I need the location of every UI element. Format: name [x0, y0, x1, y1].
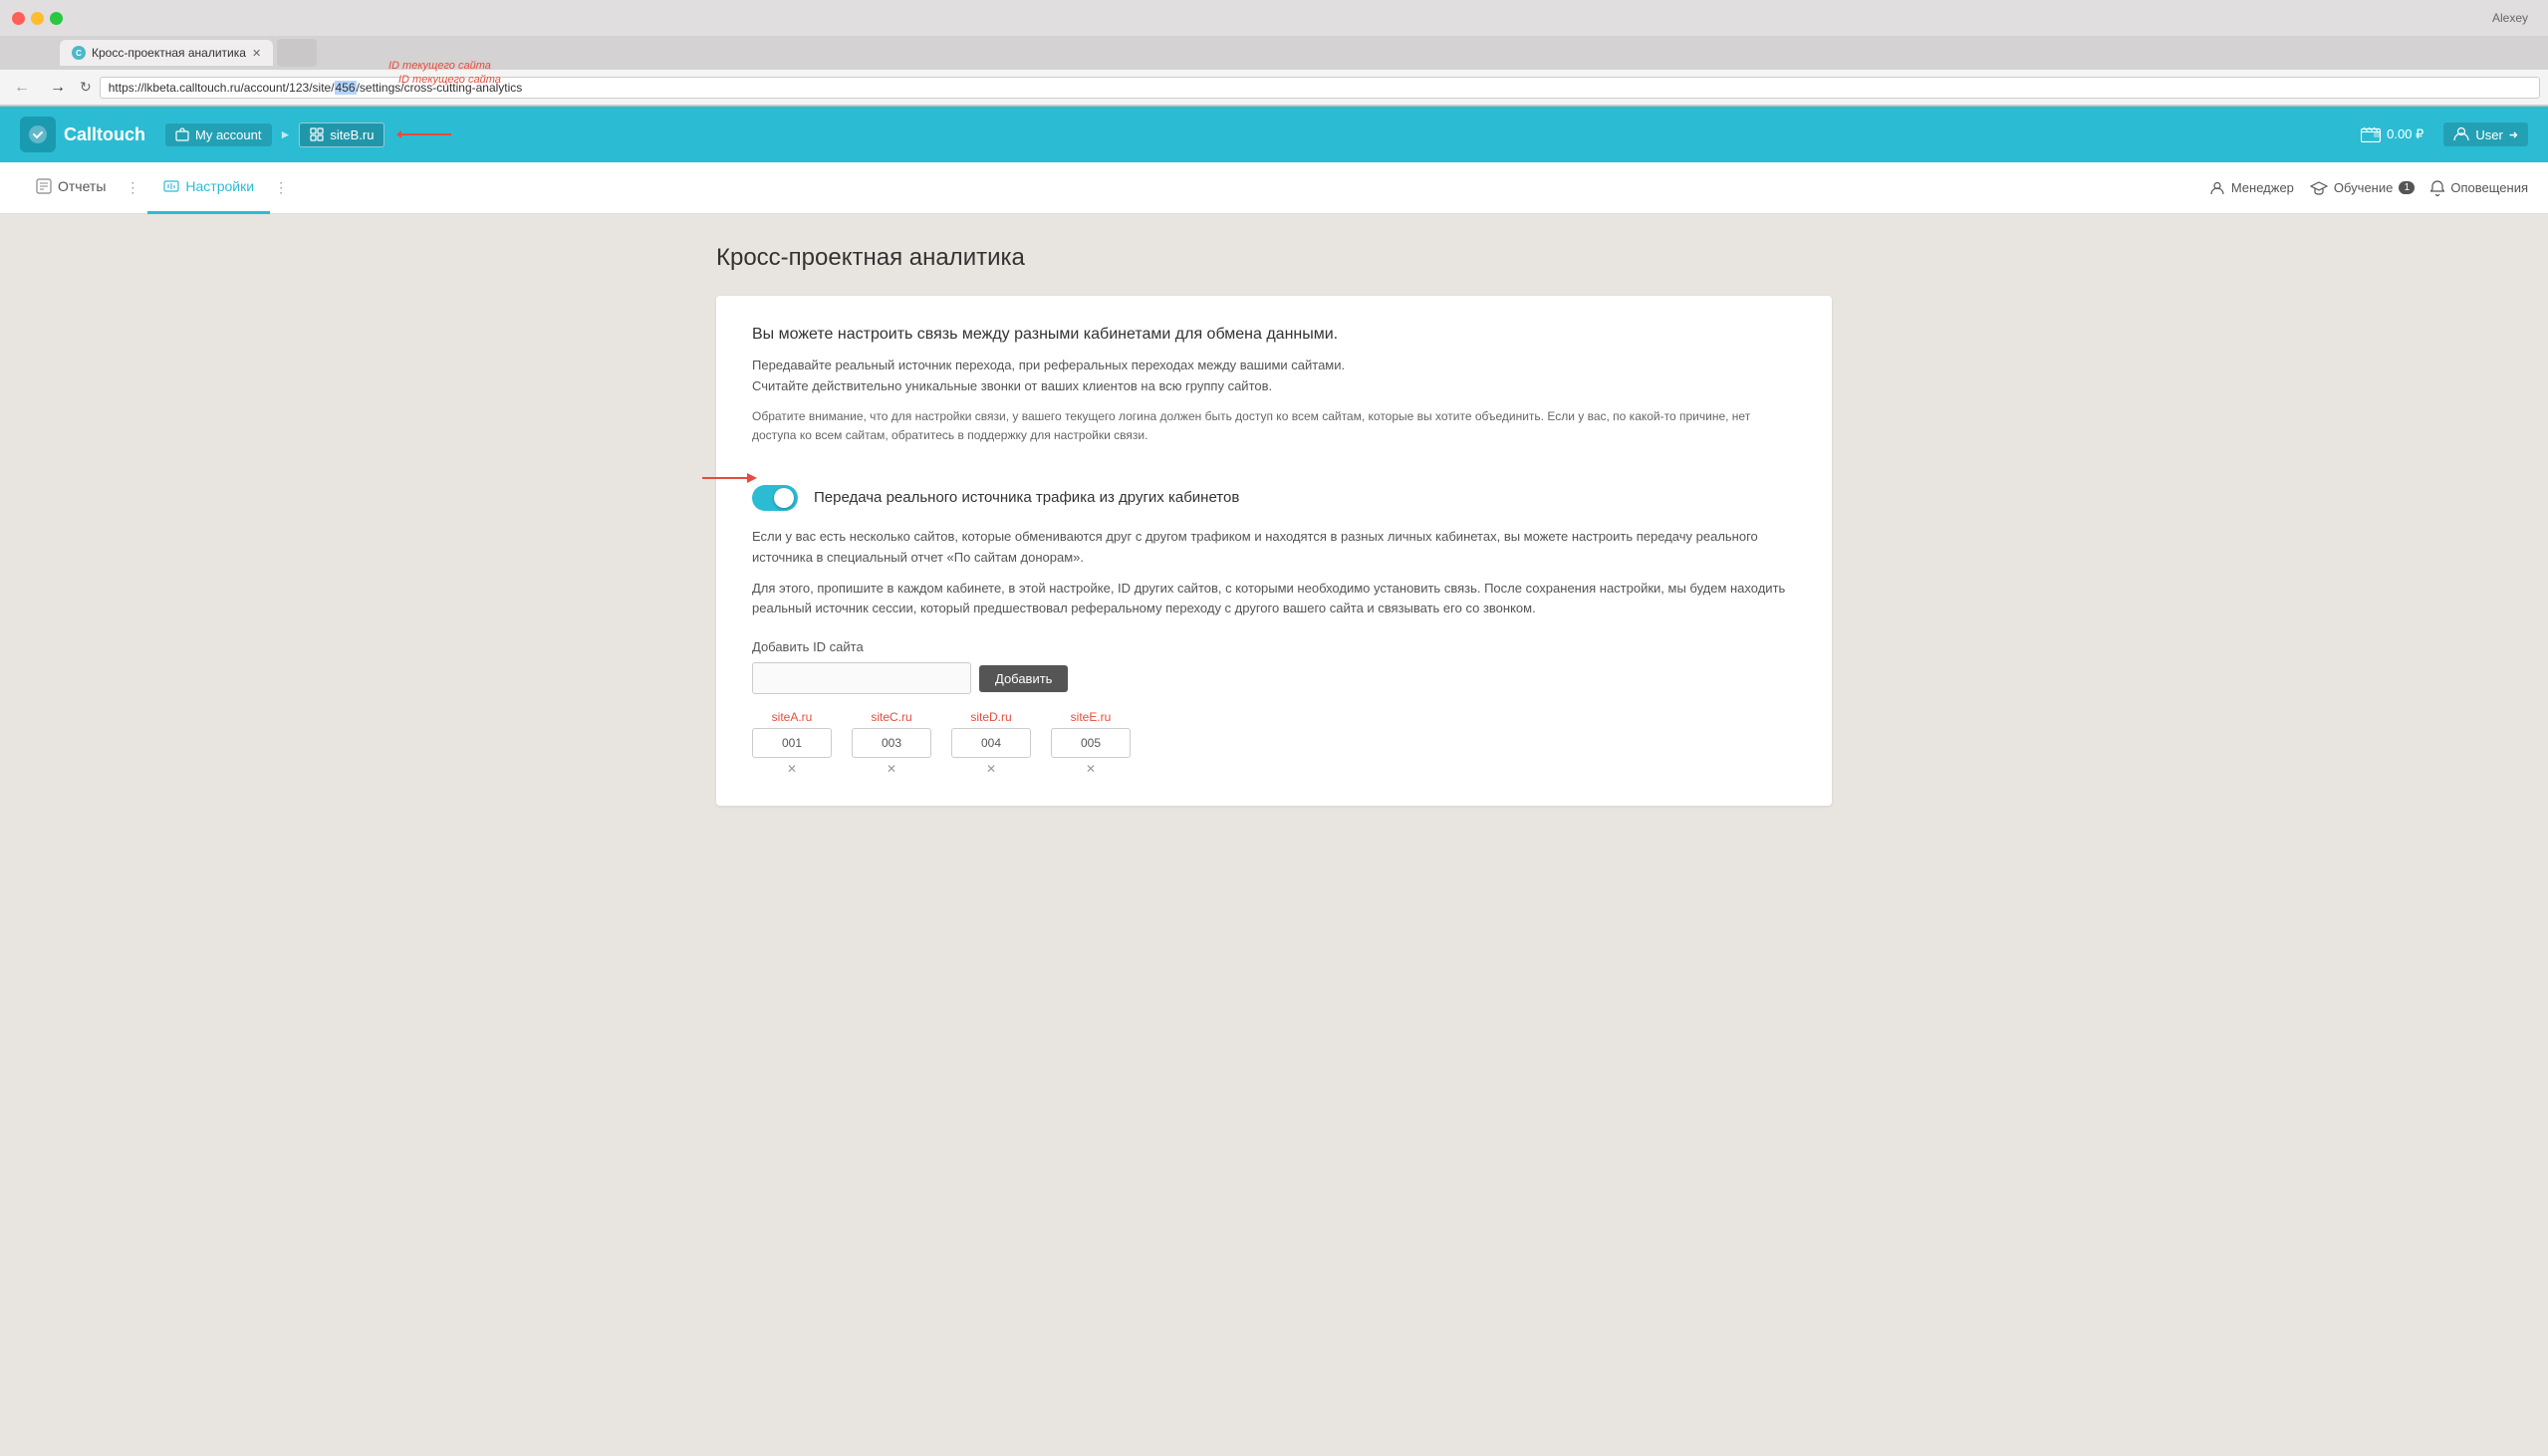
content-card: Вы можете настроить связь между разными …: [716, 296, 1832, 806]
url-prefix: https://lkbeta.calltouch.ru/account/123/…: [109, 81, 335, 95]
toggle-arrow-icon: [702, 465, 757, 491]
user-name-display: Alexey: [2492, 11, 2536, 25]
intro-para1: Передавайте реальный источник перехода, …: [752, 356, 1796, 397]
add-id-label: Добавить ID сайта: [752, 639, 1796, 654]
breadcrumb-account[interactable]: My account: [165, 123, 271, 146]
nav-reports[interactable]: Отчеты: [20, 162, 122, 214]
user-label: User: [2475, 127, 2502, 142]
toggle-annotation-arrow: [702, 465, 757, 491]
annotation-arrow: [396, 124, 456, 144]
user-arrow-icon: ➜: [2509, 128, 2518, 141]
nav-education-label: Обучение: [2334, 180, 2393, 195]
section-para2: Для этого, пропишите в каждом кабинете, …: [752, 579, 1796, 620]
browser-tab[interactable]: C Кросс-проектная аналитика ✕: [60, 40, 273, 66]
tab-favicon: C: [72, 46, 86, 60]
card-intro: Вы можете настроить связь между разными …: [752, 326, 1796, 445]
breadcrumb-chevron: ►: [280, 127, 292, 141]
breadcrumb-account-label: My account: [195, 127, 261, 142]
nav-notifications[interactable]: Оповещения: [2430, 180, 2528, 196]
user-area[interactable]: User ➜: [2443, 122, 2528, 146]
settings-menu-dots[interactable]: ⋮: [270, 179, 292, 196]
toggle-label: Передача реального источника трафика из …: [814, 489, 1239, 506]
annotation-arrow-icon: [396, 124, 456, 144]
briefcase-icon: [175, 127, 189, 141]
reports-icon: [36, 178, 52, 194]
site-remove-0[interactable]: ✕: [787, 762, 797, 776]
url-annotation: ID текущего сайта: [388, 60, 491, 72]
nav-notifications-label: Оповещения: [2450, 180, 2528, 195]
reports-menu-dots[interactable]: ⋮: [122, 179, 143, 196]
settings-icon: [163, 178, 179, 194]
bell-icon: [2430, 180, 2444, 196]
site-id-2: 004: [951, 728, 1031, 758]
education-icon: [2310, 180, 2328, 196]
page-title: Кросс-проектная аналитика: [716, 244, 1832, 272]
site-remove-3[interactable]: ✕: [1086, 762, 1096, 776]
header-right: 0.00 ₽ User ➜: [2361, 122, 2528, 146]
nav-settings-label: Настройки: [185, 178, 254, 194]
nav-manager[interactable]: Менеджер: [2209, 180, 2294, 196]
close-button[interactable]: [12, 12, 25, 25]
tab-close-icon[interactable]: ✕: [252, 47, 261, 60]
sites-grid: siteA.ru 001 ✕ siteC.ru 003 ✕ siteD.ru 0…: [752, 710, 1796, 776]
education-badge: 1: [2399, 181, 2415, 194]
breadcrumb-site[interactable]: siteB.ru: [299, 122, 384, 147]
breadcrumb-site-label: siteB.ru: [330, 127, 374, 142]
add-button[interactable]: Добавить: [979, 665, 1068, 692]
user-icon: [2453, 126, 2469, 142]
site-item: siteD.ru 004 ✕: [951, 710, 1031, 776]
toggle-switch[interactable]: [752, 485, 798, 511]
site-remove-1[interactable]: ✕: [887, 762, 896, 776]
wallet-icon: [2361, 126, 2381, 142]
new-tab-button[interactable]: [277, 39, 317, 67]
manager-icon: [2209, 180, 2225, 196]
site-item: siteA.ru 001 ✕: [752, 710, 832, 776]
maximize-button[interactable]: [50, 12, 63, 25]
toggle-section: Передача реального источника трафика из …: [752, 485, 1239, 511]
logo-area[interactable]: Calltouch: [20, 117, 145, 152]
site-id-0: 001: [752, 728, 832, 758]
minimize-button[interactable]: [31, 12, 44, 25]
site-id-3: 005: [1051, 728, 1131, 758]
intro-heading: Вы можете настроить связь между разными …: [752, 326, 1796, 344]
site-name-1[interactable]: siteC.ru: [871, 710, 911, 724]
site-name-2[interactable]: siteD.ru: [970, 710, 1011, 724]
logo-text: Calltouch: [64, 124, 145, 145]
nav-reports-label: Отчеты: [58, 178, 106, 194]
site-remove-2[interactable]: ✕: [986, 762, 996, 776]
breadcrumb: My account ► siteB.ru: [165, 122, 456, 147]
site-id-1: 003: [852, 728, 931, 758]
site-name-3[interactable]: siteE.ru: [1071, 710, 1112, 724]
site-item: siteE.ru 005 ✕: [1051, 710, 1131, 776]
site-name-0[interactable]: siteA.ru: [772, 710, 813, 724]
nav-settings[interactable]: Настройки: [147, 162, 270, 214]
forward-button[interactable]: →: [44, 77, 72, 99]
back-button[interactable]: ←: [8, 77, 36, 99]
tab-title: Кросс-проектная аналитика: [92, 46, 246, 60]
nav-education[interactable]: Обучение 1: [2310, 180, 2415, 196]
id-input[interactable]: [752, 662, 971, 694]
add-id-section: Добавить ID сайта Добавить siteA.ru 001 …: [752, 639, 1796, 776]
url-site-id: 456: [335, 81, 357, 95]
intro-para2: Обратите внимание, что для настройки свя…: [752, 407, 1796, 445]
refresh-button[interactable]: ↻: [80, 79, 92, 96]
nav-manager-label: Менеджер: [2231, 180, 2294, 195]
site-item: siteC.ru 003 ✕: [852, 710, 931, 776]
balance-area[interactable]: 0.00 ₽: [2361, 126, 2423, 142]
url-id-annotation: ID текущего сайта: [398, 74, 501, 86]
balance-amount: 0.00 ₽: [2387, 126, 2423, 142]
add-id-row: Добавить: [752, 662, 1796, 694]
grid-icon: [310, 127, 324, 141]
logo-icon: [20, 117, 56, 152]
section-para1: Если у вас есть несколько сайтов, которы…: [752, 527, 1796, 569]
